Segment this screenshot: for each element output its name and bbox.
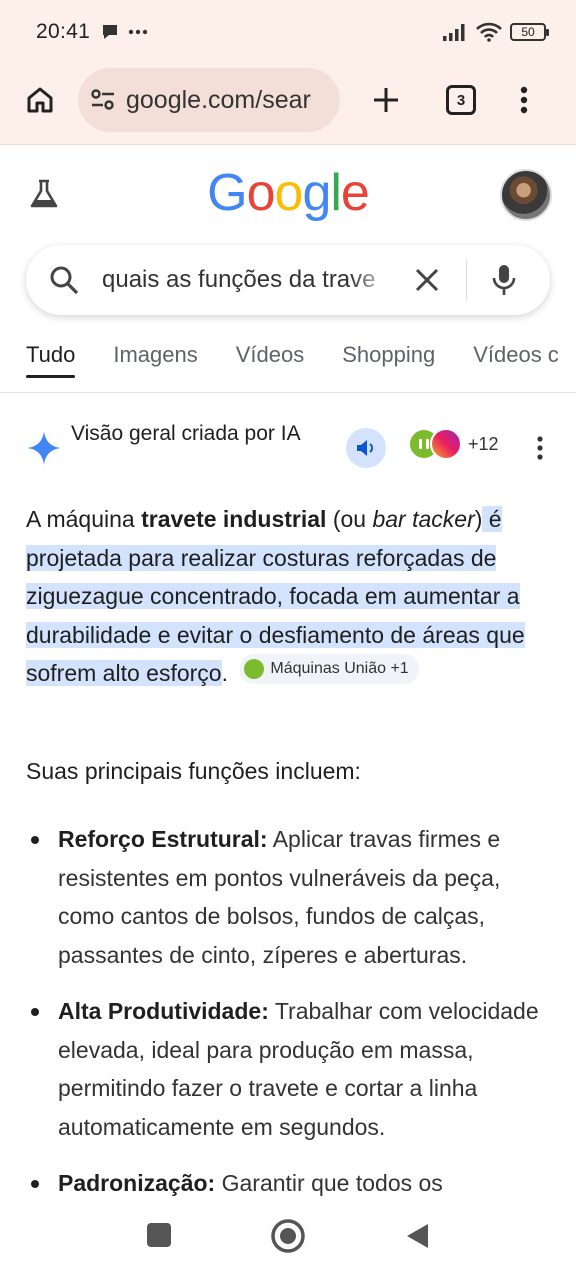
browser-menu-button[interactable] [514, 80, 534, 120]
browser-chrome: 20:41 50 google.com/sear 3 [0, 0, 576, 145]
search-divider [466, 259, 467, 301]
source-favicon-instagram [430, 428, 462, 460]
account-avatar[interactable] [500, 169, 552, 221]
listen-button[interactable] [346, 428, 386, 468]
ai-overview-paragraph: A máquina travete industrial (ou bar tac… [26, 506, 525, 686]
close-icon[interactable] [412, 265, 442, 295]
tune-icon[interactable] [90, 89, 120, 111]
search-query[interactable]: quais as funções da trave [102, 266, 394, 294]
tab-switcher-button[interactable]: 3 [446, 85, 476, 115]
source-count: +12 [468, 433, 499, 454]
tab-shopping[interactable]: Shopping [342, 330, 435, 392]
signal-icon [443, 24, 465, 41]
list-item: Reforço Estrutural: Aplicar travas firme… [26, 820, 554, 974]
google-header: Google [0, 145, 576, 245]
battery-indicator: 50 [510, 23, 549, 41]
home-nav-icon[interactable] [270, 1218, 306, 1254]
search-tabs: Tudo Imagens Vídeos Shopping Vídeos c [0, 330, 576, 393]
list-item: Alta Produtividade: Trabalhar com veloci… [26, 992, 554, 1146]
ai-overview-title: Visão geral criada por IA [71, 422, 301, 445]
recents-icon[interactable] [146, 1222, 172, 1248]
tab-short-videos[interactable]: Vídeos c [473, 330, 559, 392]
source-favicon [244, 659, 265, 679]
speaker-icon [357, 440, 373, 456]
plus-icon [374, 88, 398, 112]
address-bar[interactable]: google.com/sear [78, 68, 340, 132]
status-bar: 20:41 50 [36, 18, 549, 46]
system-nav-bar [0, 1200, 576, 1280]
search-box[interactable]: quais as funções da trave [26, 245, 550, 315]
wifi-icon [476, 22, 502, 42]
sparkle-icon [27, 431, 61, 465]
source-chip[interactable]: Máquinas União +1 [240, 654, 419, 684]
functions-intro: Suas principais funções incluem: [26, 758, 361, 784]
google-logo[interactable]: Google [0, 163, 576, 223]
more-notifications-icon [128, 29, 148, 35]
ai-overview-header: Visão geral criada por IA +12 [26, 418, 552, 478]
search-icon [50, 266, 79, 295]
functions-list: Reforço Estrutural: Aplicar travas firme… [26, 820, 554, 1221]
chat-notification-icon [103, 25, 118, 39]
list-item: Padronização: Garantir que todos os [26, 1164, 554, 1203]
new-tab-button[interactable] [366, 78, 406, 122]
tab-images[interactable]: Imagens [113, 330, 197, 392]
tab-videos[interactable]: Vídeos [236, 330, 305, 392]
mic-icon[interactable] [489, 263, 519, 297]
home-icon [27, 87, 53, 113]
home-button[interactable] [18, 78, 62, 122]
more-vert-icon [520, 86, 528, 114]
tab-all[interactable]: Tudo [26, 330, 76, 392]
browser-toolbar: google.com/sear 3 [0, 68, 576, 132]
status-time: 20:41 [36, 20, 91, 43]
url-text: google.com/sear [126, 85, 311, 114]
more-vert-icon[interactable] [536, 436, 544, 460]
source-favicons[interactable]: +12 [408, 428, 499, 460]
highlighted-text[interactable]: é [482, 506, 502, 532]
back-icon[interactable] [404, 1222, 430, 1250]
